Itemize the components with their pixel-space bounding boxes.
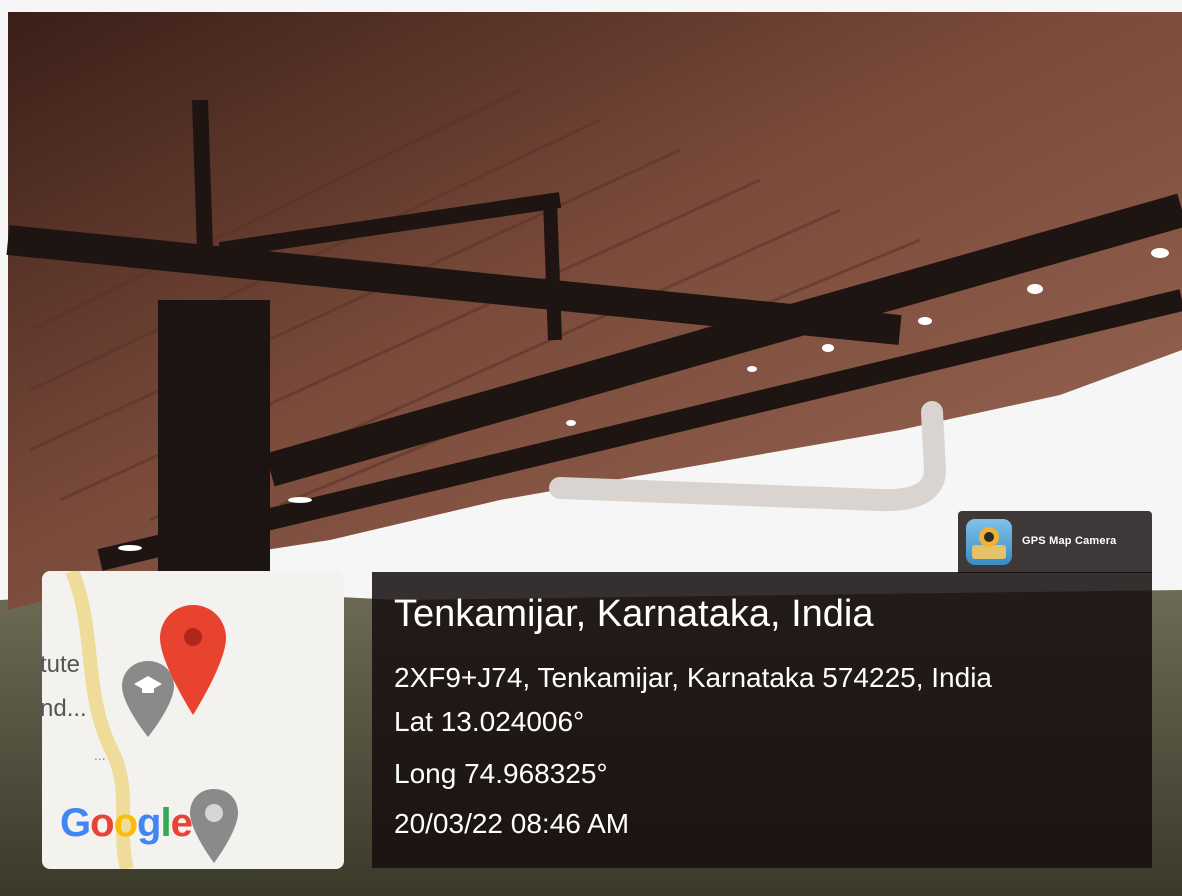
map-label-nd: nd... (42, 695, 87, 722)
google-logo-letter: G (60, 801, 91, 845)
app-badge: GPS Map Camera (958, 511, 1152, 573)
latitude-readout: Lat 13.024006° (394, 706, 585, 737)
google-logo-letter: g (137, 801, 161, 845)
map-label-tute: tute (42, 651, 81, 678)
gray-place-pin-icon (190, 789, 238, 863)
map-label-ellipsis: ... (94, 747, 106, 763)
google-logo: Google (60, 801, 193, 846)
education-place-pin-icon (122, 661, 174, 737)
map-thumbnail: tute nd... ... Google (42, 571, 344, 869)
full-address: 2XF9+J74, Tenkamijar, Karnataka 574225, … (394, 662, 992, 693)
google-logo-letter: l (160, 801, 171, 845)
google-logo-letter: o (113, 801, 138, 845)
date-time-stamp: 20/03/22 08:46 AM (394, 808, 630, 839)
google-logo-letter: e (170, 801, 193, 845)
gps-map-camera-app-icon (966, 519, 1012, 565)
app-name-label: GPS Map Camera (1022, 535, 1117, 547)
location-info-overlay: Tenkamijar, Karnataka, India 2XF9+J74, T… (372, 572, 1152, 868)
google-logo-letter: o (90, 801, 114, 845)
longitude-readout: Long 74.968325° (394, 758, 608, 789)
place-title: Tenkamijar, Karnataka, India (394, 593, 874, 635)
steel-column (158, 300, 270, 600)
